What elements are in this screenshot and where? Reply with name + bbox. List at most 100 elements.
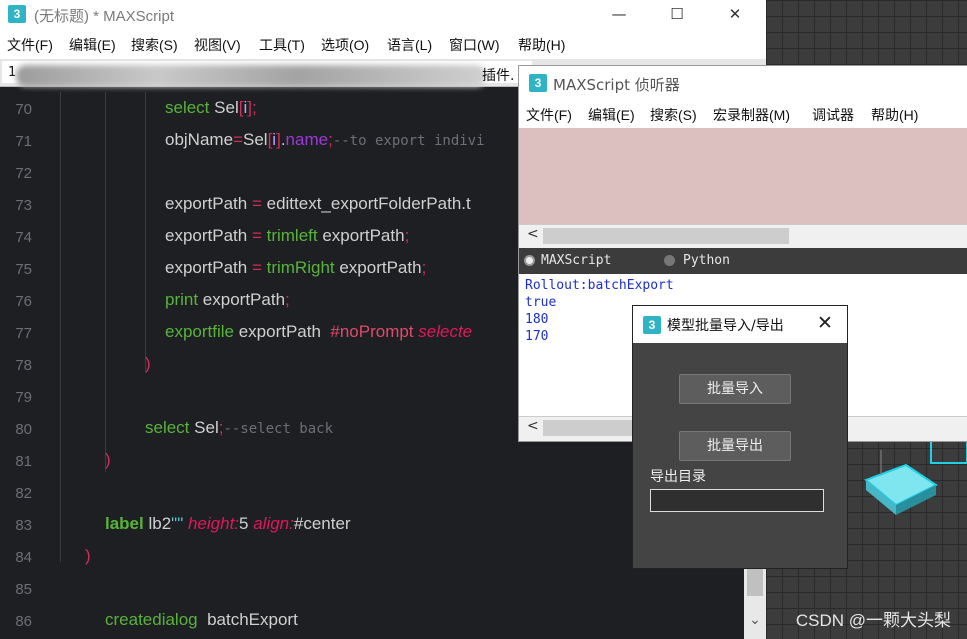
code-token: exportPath — [165, 226, 248, 245]
line-number: 75 — [15, 261, 32, 278]
dialog-title: 模型批量导入/导出 — [667, 318, 784, 334]
batch-import-button[interactable]: 批量导入 — [679, 374, 791, 404]
menu-view[interactable]: 视图(V) — [194, 35, 241, 55]
menu-edit[interactable]: 编辑(E) — [69, 35, 116, 55]
code-line-71[interactable]: objName=Sel[i].name;--to export indivi — [165, 130, 485, 150]
dialog-titlebar[interactable]: 3 模型批量导入/导出 ✕ — [633, 306, 847, 343]
export-dir-input[interactable] — [650, 489, 824, 512]
line-number: 82 — [15, 485, 32, 502]
code-token: ; — [285, 290, 290, 309]
tab-suffix: 插件. — [482, 68, 515, 84]
code-line-84[interactable]: ) — [85, 546, 91, 566]
code-comment: --select back — [223, 421, 334, 437]
code-line-75[interactable]: exportPath = trimRight exportPath; — [165, 258, 426, 278]
indent-guide — [145, 92, 146, 372]
code-token: createdialog — [105, 610, 198, 629]
line-number: 70 — [15, 101, 32, 118]
code-token: = — [247, 194, 267, 213]
max-logo-icon: 3 — [529, 74, 547, 92]
horizontal-scrollbar[interactable]: < — [519, 224, 967, 247]
radio-maxscript[interactable] — [524, 255, 535, 266]
listener-menu-edit[interactable]: 编辑(E) — [588, 105, 635, 125]
line-number: 76 — [15, 293, 32, 310]
code-token: height: — [183, 514, 240, 533]
line-number: 79 — [15, 389, 32, 406]
export-dir-label: 导出目录 — [650, 469, 706, 485]
listener-menu-macro-recorder[interactable]: 宏录制器(M) — [713, 105, 790, 125]
scroll-down-arrow-icon[interactable]: ⌄ — [747, 612, 763, 632]
code-line-86[interactable]: createdialog batchExport — [105, 610, 298, 630]
scroll-left-arrow-icon[interactable]: < — [527, 418, 539, 434]
code-token: batchExport — [197, 610, 298, 629]
code-token: label — [105, 514, 144, 533]
output-line: Rollout:batchExport — [525, 278, 674, 293]
line-number: 85 — [15, 581, 32, 598]
batch-export-button[interactable]: 批量导出 — [679, 431, 791, 461]
indent-guide — [60, 92, 61, 562]
close-button[interactable]: ✕ — [706, 0, 764, 29]
listener-menu-file[interactable]: 文件(F) — [526, 105, 572, 125]
listener-titlebar[interactable]: 3 MAXScript 侦听器 — [519, 66, 967, 100]
code-line-76[interactable]: print exportPath; — [165, 290, 290, 310]
code-token: exportfile — [165, 322, 234, 341]
code-token: edittext_exportFolderPath.t — [266, 194, 471, 213]
watermark: CSDN @一颗大头梨 — [795, 611, 951, 630]
code-token: select — [145, 418, 190, 437]
menu-tools[interactable]: 工具(T) — [259, 35, 305, 55]
line-number: 74 — [15, 229, 32, 246]
scroll-left-arrow-icon[interactable]: < — [527, 226, 539, 242]
radio-python[interactable] — [664, 255, 675, 266]
code-token: align: — [248, 514, 294, 533]
menu-search[interactable]: 搜索(S) — [131, 35, 178, 55]
scroll-thumb[interactable] — [543, 420, 643, 436]
code-token: ; — [421, 258, 427, 277]
line-number: 73 — [15, 197, 32, 214]
radio-python-label: Python — [683, 253, 730, 268]
tab-script[interactable]: 1 插件. — [2, 61, 532, 87]
line-number: 80 — [15, 421, 32, 438]
maximize-button[interactable]: ☐ — [648, 0, 706, 29]
code-line-70[interactable]: select Sel[i]; — [165, 98, 257, 118]
viewport-object — [864, 434, 967, 515]
code-token: trimRight — [266, 258, 335, 277]
line-number: 83 — [15, 517, 32, 534]
output-line: true — [525, 295, 557, 310]
code-token: Sel — [189, 418, 219, 437]
code-line-77[interactable]: exportfile exportPath #noPrompt selecte — [165, 322, 472, 342]
code-token: name — [285, 130, 329, 149]
code-line-81[interactable]: ) — [105, 450, 111, 470]
code-line-83[interactable]: label lb2"" height:5 align:#center — [105, 514, 351, 534]
code-token: select — [165, 98, 210, 117]
listener-menu-search[interactable]: 搜索(S) — [650, 105, 697, 125]
code-token: = — [247, 226, 267, 245]
max-logo-icon: 3 — [643, 316, 661, 334]
code-line-74[interactable]: exportPath = trimleft exportPath; — [165, 226, 409, 246]
scroll-thumb[interactable] — [543, 228, 789, 244]
batch-export-dialog: 3 模型批量导入/导出 ✕ 批量导入 批量导出 导出目录 — [632, 305, 848, 569]
code-token: exportPath — [198, 290, 286, 309]
menu-options[interactable]: 选项(O) — [321, 35, 369, 55]
macro-recorder-pane[interactable] — [519, 128, 967, 224]
code-line-73[interactable]: exportPath = edittext_exportFolderPath.t — [165, 194, 471, 214]
dialog-close-button[interactable]: ✕ — [817, 312, 833, 334]
editor-titlebar[interactable]: 3 (无标题) * MAXScript — ☐ ✕ — [0, 0, 766, 29]
code-line-80[interactable]: select Sel;--select back — [145, 418, 333, 438]
code-token: exportPath — [233, 322, 331, 341]
code-token: exportPath — [165, 258, 248, 277]
menu-window[interactable]: 窗口(W) — [449, 35, 500, 55]
max-logo-icon: 3 — [8, 5, 26, 23]
code-token: = — [247, 258, 267, 277]
menu-help[interactable]: 帮助(H) — [518, 35, 565, 55]
code-token: Sel — [209, 98, 239, 117]
listener-menu-help[interactable]: 帮助(H) — [871, 105, 918, 125]
minimize-button[interactable]: — — [590, 0, 648, 29]
menu-language[interactable]: 语言(L) — [387, 35, 432, 55]
code-token: exportPath — [165, 194, 248, 213]
code-line-78[interactable]: ) — [145, 354, 151, 374]
code-comment: --to export indivi — [332, 133, 485, 149]
menu-file[interactable]: 文件(F) — [7, 35, 53, 55]
indent-guide — [105, 92, 106, 472]
line-number: 72 — [15, 165, 32, 182]
listener-menu-debugger[interactable]: 调试器 — [812, 105, 854, 125]
editor-menubar: 文件(F) 编辑(E) 搜索(S) 视图(V) 工具(T) 选项(O) 语言(L… — [0, 29, 766, 59]
